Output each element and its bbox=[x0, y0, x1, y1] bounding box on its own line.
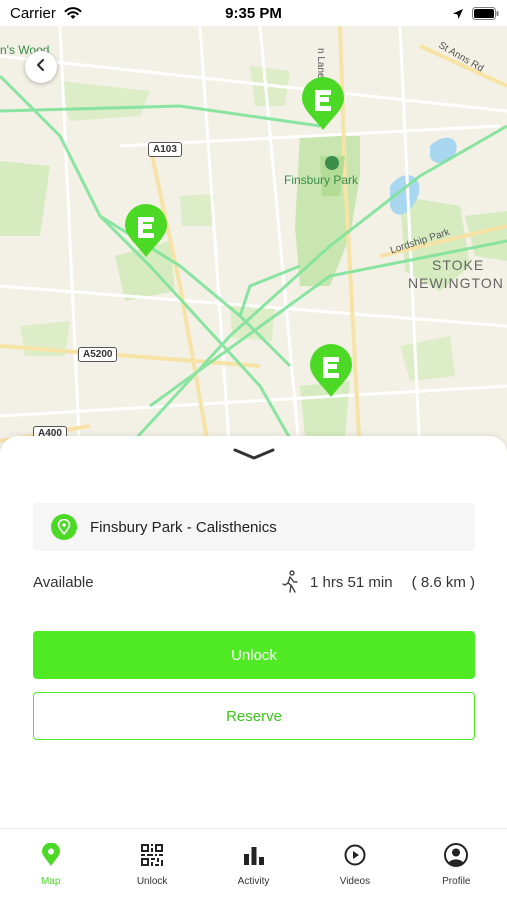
location-bottom-sheet: Finsbury Park - Calisthenics Available 1… bbox=[0, 436, 507, 828]
chevron-left-icon bbox=[34, 58, 48, 77]
walk-distance: ( 8.6 km ) bbox=[411, 574, 475, 591]
location-arrow-icon bbox=[452, 7, 464, 25]
tab-activity[interactable]: Activity bbox=[203, 829, 304, 900]
tab-label: Activity bbox=[237, 876, 270, 887]
road-badge-a103: A103 bbox=[148, 142, 182, 157]
tab-videos[interactable]: Videos bbox=[304, 829, 405, 900]
sheet-collapse-handle[interactable] bbox=[232, 446, 276, 462]
map-label-newington: NEWINGTON bbox=[408, 275, 504, 291]
availability-row: Available 1 hrs 51 min ( 8.6 km ) bbox=[33, 570, 475, 594]
map-view[interactable]: n's Wood n Lanes St Anns Rd Finsbury Par… bbox=[0, 26, 507, 456]
gym-location-pin[interactable] bbox=[308, 343, 354, 399]
tab-label: Map bbox=[40, 876, 61, 887]
walking-icon bbox=[281, 570, 301, 598]
status-bar: Carrier 9:35 PM bbox=[0, 0, 507, 26]
gym-location-pin[interactable] bbox=[300, 76, 346, 132]
bottom-tab-bar: Map Unlock Activity Videos Profile bbox=[0, 828, 507, 900]
park-poi-icon bbox=[325, 156, 339, 170]
reserve-button[interactable]: Reserve bbox=[33, 692, 475, 740]
tab-map[interactable]: Map bbox=[0, 829, 101, 900]
tab-profile[interactable]: Profile bbox=[406, 829, 507, 900]
tab-label: Profile bbox=[442, 876, 471, 887]
walk-duration: 1 hrs 51 min bbox=[310, 574, 393, 591]
map-pin-icon bbox=[39, 843, 63, 867]
location-name: Finsbury Park - Calisthenics bbox=[90, 518, 277, 536]
tab-label: Videos bbox=[339, 876, 371, 887]
bar-chart-icon bbox=[242, 843, 266, 867]
user-circle-icon bbox=[444, 843, 469, 867]
back-button[interactable] bbox=[25, 51, 57, 83]
location-pin-icon bbox=[51, 514, 77, 540]
availability-status: Available bbox=[33, 574, 94, 591]
map-label-stoke: STOKE bbox=[432, 257, 485, 273]
chevron-down-icon bbox=[232, 448, 276, 466]
map-label-finsbury-park: Finsbury Park bbox=[284, 173, 359, 187]
battery-icon bbox=[472, 7, 499, 25]
location-summary: Finsbury Park - Calisthenics bbox=[33, 503, 475, 551]
unlock-button[interactable]: Unlock bbox=[33, 631, 475, 679]
tab-label: Unlock bbox=[136, 876, 168, 887]
qr-code-icon bbox=[140, 843, 164, 867]
gym-location-pin[interactable] bbox=[123, 203, 169, 259]
play-circle-icon bbox=[343, 843, 367, 867]
road-badge-a5200: A5200 bbox=[78, 347, 118, 362]
tab-unlock[interactable]: Unlock bbox=[101, 829, 202, 900]
clock: 9:35 PM bbox=[225, 5, 282, 22]
